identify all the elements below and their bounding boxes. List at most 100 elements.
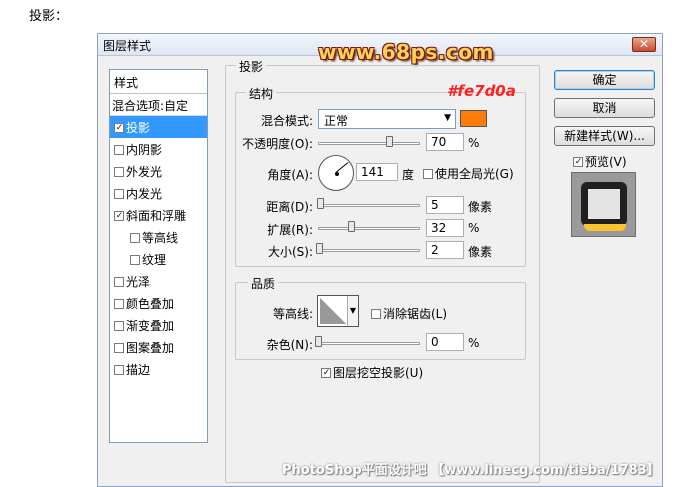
- contour-label: 等高线:: [272, 307, 313, 321]
- knockout-checkbox[interactable]: 图层挖空投影(U): [321, 364, 423, 381]
- angle-dial[interactable]: [318, 155, 354, 191]
- style-item[interactable]: 外发光: [110, 160, 207, 182]
- shadow-color-swatch[interactable]: [460, 110, 487, 127]
- style-item-checkbox[interactable]: [114, 343, 124, 353]
- style-item[interactable]: 光泽: [110, 270, 207, 292]
- preview-label: 预览(V): [585, 155, 627, 169]
- angle-unit: 度: [402, 168, 415, 182]
- antialias-check-icon: [371, 309, 381, 319]
- distance-slider-thumb[interactable]: [317, 198, 325, 209]
- distance-input[interactable]: 5: [426, 196, 464, 214]
- noise-slider[interactable]: [318, 342, 420, 345]
- style-item[interactable]: 渐变叠加: [110, 314, 207, 336]
- spread-label: 扩展(R):: [267, 223, 313, 237]
- style-item-label: 斜面和浮雕: [126, 209, 187, 223]
- style-item[interactable]: 斜面和浮雕: [110, 204, 207, 226]
- cancel-button[interactable]: 取消: [554, 98, 655, 118]
- distance-unit: 像素: [468, 200, 493, 214]
- style-item-checkbox[interactable]: [114, 145, 124, 155]
- style-item-label: 投影: [126, 121, 151, 135]
- size-slider[interactable]: [318, 249, 420, 252]
- knockout-check-icon: [321, 368, 331, 378]
- ok-button[interactable]: 确定: [554, 70, 655, 90]
- opacity-input[interactable]: 70: [426, 133, 464, 151]
- structure-title: 结构: [246, 85, 277, 102]
- blend-mode-label: 混合模式:: [260, 114, 313, 128]
- style-item-checkbox[interactable]: [114, 299, 124, 309]
- spread-unit: %: [468, 221, 480, 235]
- style-item-checkbox[interactable]: [114, 167, 124, 177]
- style-item-label: 等高线: [142, 231, 179, 245]
- opacity-slider-thumb[interactable]: [386, 136, 394, 147]
- noise-unit: %: [468, 336, 480, 350]
- page-caption: 投影：: [29, 9, 69, 24]
- style-item[interactable]: 等高线: [110, 226, 207, 248]
- size-unit: 像素: [468, 245, 493, 259]
- style-item-label: 图案叠加: [126, 341, 175, 355]
- style-item[interactable]: 内阴影: [110, 138, 207, 160]
- style-item[interactable]: 图案叠加: [110, 336, 207, 358]
- style-item-checkbox[interactable]: [114, 277, 124, 287]
- blend-mode-value: 正常: [324, 114, 349, 128]
- contour-picker[interactable]: ▼: [317, 295, 359, 327]
- distance-slider[interactable]: [318, 204, 420, 207]
- antialias-checkbox[interactable]: 消除锯齿(L): [371, 305, 447, 322]
- dialog-title: 图层样式: [103, 39, 152, 53]
- global-light-label: 使用全局光(G): [435, 167, 514, 181]
- styles-list-header[interactable]: 样式: [110, 70, 207, 94]
- style-item[interactable]: 描边: [110, 358, 207, 380]
- preview-shape-face: [588, 189, 620, 219]
- contour-curve-icon: [320, 298, 346, 324]
- footer-watermark: PhotoShop平面设计吧 【www.linecg.com/tieba/178…: [282, 463, 660, 478]
- knockout-label: 图层挖空投影(U): [333, 366, 424, 380]
- style-item-checkbox[interactable]: [114, 365, 124, 375]
- angle-dial-center: [335, 172, 339, 176]
- style-item-label: 内阴影: [126, 143, 163, 157]
- close-button[interactable]: ✕: [632, 37, 656, 52]
- noise-slider-thumb[interactable]: [315, 336, 322, 347]
- chevron-down-icon[interactable]: ▼: [347, 296, 358, 326]
- global-light-checkbox[interactable]: 使用全局光(G): [423, 165, 514, 182]
- style-item-checkbox[interactable]: [114, 123, 124, 133]
- style-item-label: 纹理: [142, 253, 167, 267]
- preview-checkbox[interactable]: 预览(V): [573, 153, 627, 170]
- style-item-checkbox[interactable]: [114, 189, 124, 199]
- style-item[interactable]: 投影: [110, 116, 207, 138]
- style-item[interactable]: 颜色叠加: [110, 292, 207, 314]
- size-input[interactable]: 2: [426, 241, 464, 259]
- style-item[interactable]: 纹理: [110, 248, 207, 270]
- style-item-checkbox[interactable]: [114, 321, 124, 331]
- style-item-label: 颜色叠加: [126, 297, 175, 311]
- opacity-label: 不透明度(O):: [242, 137, 313, 151]
- drop-shadow-section-title: 投影: [236, 58, 267, 75]
- style-item-label: 光泽: [126, 275, 151, 289]
- size-label: 大小(S):: [267, 245, 313, 259]
- style-item-checkbox[interactable]: [130, 233, 140, 243]
- size-slider-thumb[interactable]: [316, 243, 324, 254]
- new-style-button[interactable]: 新建样式(W)...: [554, 126, 655, 146]
- angle-input[interactable]: 141: [356, 163, 398, 181]
- global-light-check-icon: [423, 169, 433, 179]
- style-item[interactable]: 内发光: [110, 182, 207, 204]
- noise-label: 杂色(N):: [266, 338, 313, 352]
- blend-options-item[interactable]: 混合选项:自定: [110, 94, 207, 116]
- antialias-label: 消除锯齿(L): [383, 307, 448, 321]
- style-item-label: 描边: [126, 363, 151, 377]
- preview-check-icon: [573, 157, 583, 167]
- style-preview-thumbnail: [571, 172, 636, 237]
- opacity-slider[interactable]: [318, 142, 420, 145]
- distance-label: 距离(D):: [266, 200, 313, 214]
- noise-input[interactable]: 0: [426, 333, 464, 351]
- spread-input[interactable]: 32: [426, 219, 464, 237]
- quality-title: 品质: [248, 275, 279, 292]
- hex-color-annotation: #fe7d0a: [447, 82, 516, 100]
- spread-slider-thumb[interactable]: [347, 221, 355, 232]
- angle-label: 角度(A):: [267, 168, 313, 182]
- chevron-down-icon: ▼: [444, 113, 451, 123]
- spread-slider[interactable]: [318, 227, 420, 230]
- style-item-checkbox[interactable]: [130, 255, 140, 265]
- style-item-label: 渐变叠加: [126, 319, 175, 333]
- style-item-checkbox[interactable]: [114, 211, 124, 221]
- blend-mode-select[interactable]: 正常 ▼: [318, 109, 456, 129]
- style-item-label: 内发光: [126, 187, 163, 201]
